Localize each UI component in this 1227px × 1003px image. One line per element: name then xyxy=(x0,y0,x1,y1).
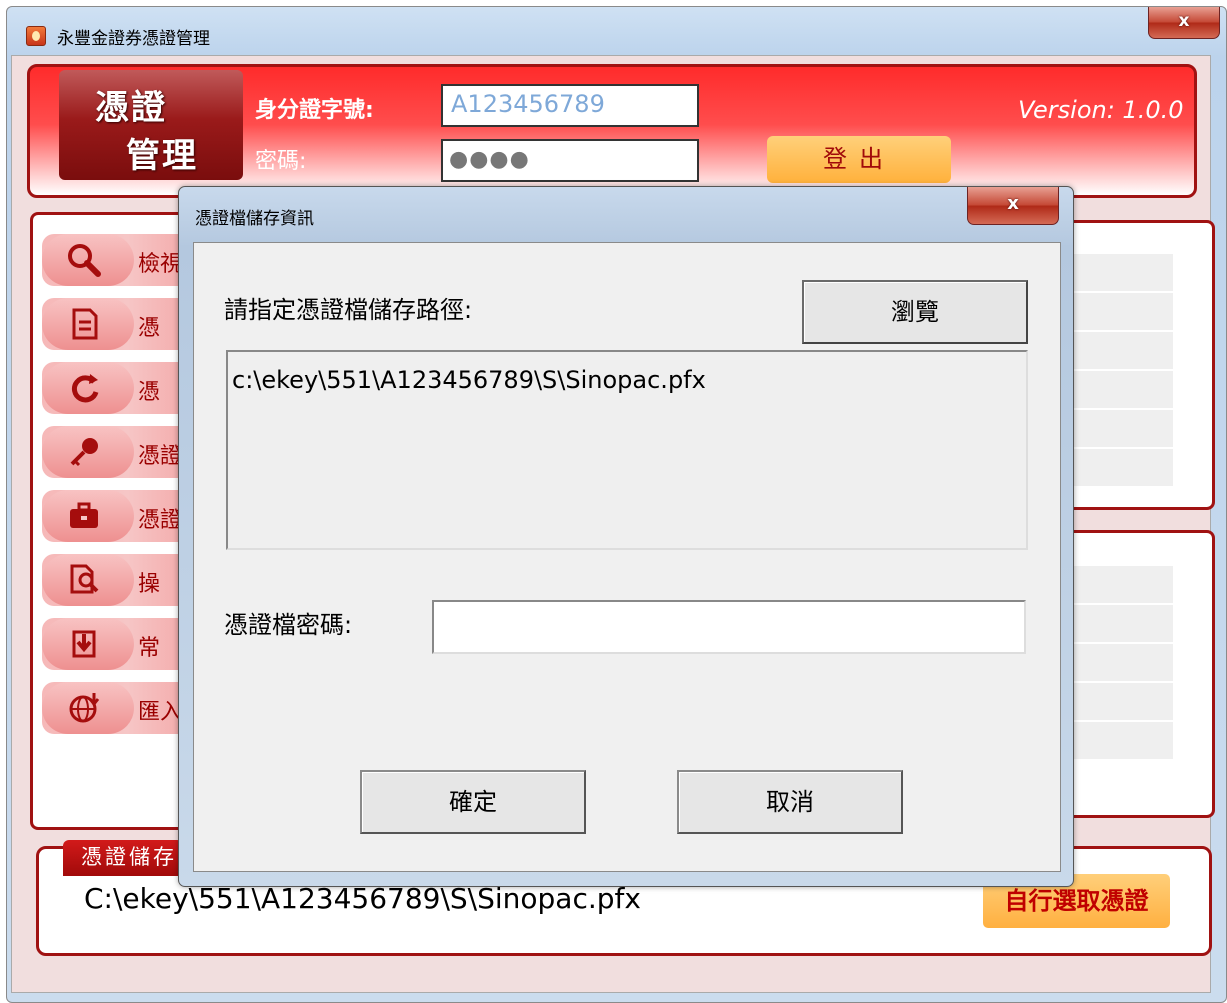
globe-icon xyxy=(66,690,102,726)
info-row xyxy=(1070,722,1173,760)
briefcase-icon xyxy=(66,498,102,534)
save-path-value: c:\ekey\551\A123456789\S\Sinopac.pfx xyxy=(232,366,706,394)
document-icon xyxy=(66,306,102,342)
password-field[interactable]: ●●●● xyxy=(441,139,699,182)
logo-text-line2: 管理 xyxy=(126,136,198,176)
save-path-label: 請指定憑證檔儲存路徑: xyxy=(224,296,473,324)
menu-item-label: 憑證 xyxy=(138,508,183,533)
browse-button[interactable]: 瀏覽 xyxy=(802,280,1028,344)
info-row xyxy=(1070,332,1173,370)
dialog-title: 憑證檔儲存資訊 xyxy=(195,209,314,229)
info-row xyxy=(1070,683,1173,721)
dialog-close-button[interactable]: x xyxy=(967,187,1059,225)
id-number-field[interactable]: A123456789 xyxy=(441,84,699,127)
title-bar: 永豐金證券憑證管理 x xyxy=(7,7,1226,61)
menu-item-label: 檢視 xyxy=(138,252,183,277)
info-row xyxy=(1070,566,1173,604)
magnifier-icon xyxy=(66,242,102,278)
app-logo-icon xyxy=(26,26,46,46)
info-row xyxy=(1070,605,1173,643)
id-number-label: 身分證字號: xyxy=(255,98,374,123)
menu-item-label: 憑 xyxy=(138,316,161,341)
window-title: 永豐金證券憑證管理 xyxy=(57,29,210,49)
download-icon xyxy=(66,626,102,662)
logout-button[interactable]: 登出 xyxy=(767,136,951,183)
cancel-button[interactable]: 取消 xyxy=(677,770,903,834)
info-row xyxy=(1070,371,1173,409)
cert-storage-tab: 憑證儲存 xyxy=(63,840,183,876)
search-document-icon xyxy=(66,562,102,598)
menu-item-label: 操 xyxy=(138,572,161,597)
info-row xyxy=(1070,449,1173,487)
menu-item-label: 憑 xyxy=(138,380,161,405)
refresh-icon xyxy=(66,370,102,406)
info-row xyxy=(1070,410,1173,448)
menu-item-label: 憑證 xyxy=(138,444,183,469)
info-row xyxy=(1070,254,1173,292)
version-label: Version: 1.0.0 xyxy=(1018,96,1184,124)
key-icon xyxy=(66,434,102,470)
ok-button[interactable]: 確定 xyxy=(360,770,586,834)
info-row xyxy=(1070,293,1173,331)
logo-text-line1: 憑證 xyxy=(95,88,167,128)
menu-item-label: 匯入 xyxy=(138,700,183,725)
menu-item-label: 常 xyxy=(138,636,161,661)
cert-password-field[interactable] xyxy=(432,600,1026,654)
info-row xyxy=(1070,644,1173,682)
window-close-button[interactable]: x xyxy=(1148,7,1220,39)
cert-password-label: 憑證檔密碼: xyxy=(224,611,353,639)
password-label: 密碼: xyxy=(255,149,307,174)
